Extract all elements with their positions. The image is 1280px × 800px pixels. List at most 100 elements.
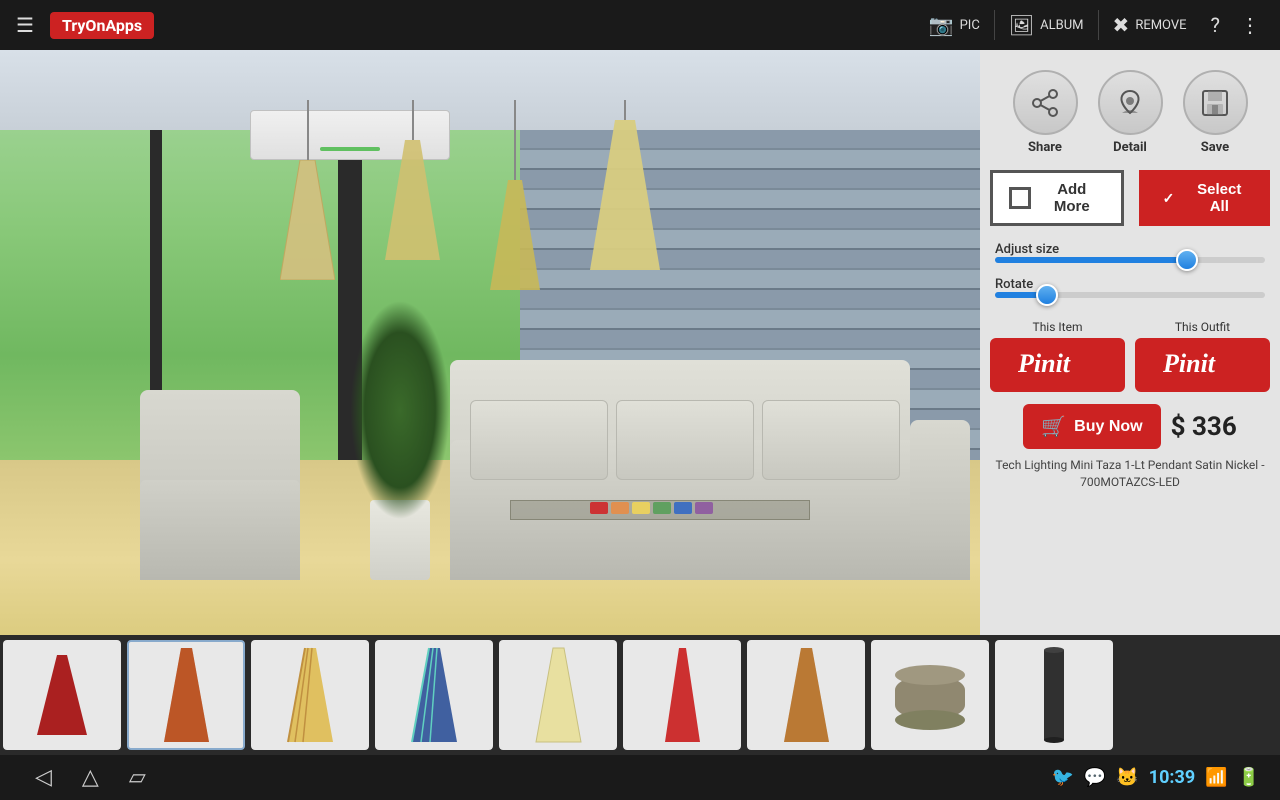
status-time: 10:39: [1149, 767, 1195, 788]
scene: [0, 50, 980, 660]
pendant-3: [490, 100, 540, 290]
svg-text:Pinit: Pinit: [1017, 349, 1071, 378]
cord-2: [412, 100, 414, 140]
cart-icon: 🛒: [1041, 414, 1066, 439]
svg-text:Pinit: Pinit: [1162, 349, 1216, 378]
album-button[interactable]: 🖼 ALBUM: [995, 7, 1098, 43]
thumbnail-6[interactable]: [623, 640, 741, 750]
select-all-button[interactable]: ✓ Select All: [1139, 170, 1270, 226]
color-swatches: [590, 502, 713, 514]
remove-icon: ✖: [1113, 13, 1130, 37]
coffee-table: [510, 500, 810, 580]
thumbnail-7[interactable]: [747, 640, 865, 750]
rotate-label: Rotate: [995, 277, 1033, 292]
top-bar: ☰ TryOnApps 📷 PIC 🖼 ALBUM ✖ REMOVE ? ⋮: [0, 0, 1280, 50]
select-all-label: Select All: [1188, 181, 1251, 215]
pinit-item-button[interactable]: Pinit: [990, 338, 1125, 392]
thumbnail-3[interactable]: [251, 640, 369, 750]
album-icon: 🖼: [1009, 13, 1034, 37]
add-more-label: Add More: [1039, 181, 1105, 215]
add-more-button[interactable]: Add More: [990, 170, 1124, 226]
menu-button[interactable]: ☰: [0, 0, 50, 50]
pinit-outfit-text: Pinit: [1158, 346, 1248, 384]
cord-4: [624, 100, 626, 120]
camera-icon: 📷: [929, 13, 954, 37]
thumbnail-8[interactable]: [871, 640, 989, 750]
adjust-size-section: Adjust size: [990, 238, 1270, 273]
shade-4: [590, 120, 660, 270]
shade-2: [385, 140, 440, 260]
size-slider-track[interactable]: [995, 257, 1265, 263]
size-slider-fill: [995, 257, 1184, 263]
back-button[interactable]: ◁: [20, 765, 67, 790]
detail-icon: [1114, 87, 1146, 119]
help-button[interactable]: ?: [1201, 7, 1230, 43]
rotate-section: Rotate: [990, 273, 1270, 308]
detail-button[interactable]: Detail: [1098, 70, 1163, 155]
cushion-2: [616, 400, 754, 480]
checkbox-row: Add More ✓ Select All: [990, 170, 1270, 226]
cord-3: [514, 100, 516, 180]
more-button[interactable]: ⋮: [1230, 7, 1270, 43]
bottom-nav: ◁ △ ▱ 🐦 💬 🐱 10:39 📶 🔋: [0, 755, 1280, 800]
recent-button[interactable]: ▱: [114, 765, 161, 790]
save-icon-circle: [1183, 70, 1248, 135]
remove-label: REMOVE: [1135, 18, 1186, 33]
cushion-3: [762, 400, 900, 480]
action-buttons-row: Share Detail Save: [1013, 70, 1248, 155]
sofa-arm: [910, 420, 970, 550]
shade-1: [280, 160, 335, 280]
chair: [120, 380, 320, 580]
detail-icon-circle: [1098, 70, 1163, 135]
thumbnail-strip: [0, 635, 1280, 755]
pendant-2: [385, 100, 440, 260]
pinit-this-item: This Item Pinit: [990, 320, 1125, 392]
pinit-outfit-button[interactable]: Pinit: [1135, 338, 1270, 392]
logo-text: TryOnApps: [62, 16, 142, 35]
shade-3: [490, 180, 540, 290]
pendant-4: [590, 100, 660, 270]
pinit-item-icon: Pinit: [1013, 346, 1103, 378]
select-all-checkbox: ✓: [1158, 187, 1180, 209]
save-icon: [1200, 88, 1230, 118]
pinit-this-outfit: This Outfit Pinit: [1135, 320, 1270, 392]
thumbnail-1[interactable]: [3, 640, 121, 750]
detail-label: Detail: [1113, 140, 1147, 155]
pic-label: PIC: [960, 18, 980, 33]
rotate-slider-thumb[interactable]: [1036, 284, 1058, 306]
pinit-row: This Item Pinit This Outfit Pinit: [990, 320, 1270, 392]
buy-now-button[interactable]: 🛒 Buy Now: [1023, 404, 1160, 449]
this-item-label: This Item: [1033, 320, 1083, 334]
share-button[interactable]: Share: [1013, 70, 1078, 155]
save-button[interactable]: Save: [1183, 70, 1248, 155]
thumbnail-2[interactable]: [127, 640, 245, 750]
price-display: $ 336: [1171, 412, 1237, 442]
pinit-item-text: Pinit: [1013, 346, 1103, 384]
thumbnail-5[interactable]: [499, 640, 617, 750]
adjust-size-label: Adjust size: [995, 242, 1059, 257]
rotate-slider-row: [995, 292, 1265, 298]
home-button[interactable]: △: [67, 765, 114, 790]
twitter-icon: 🐦: [1052, 767, 1074, 788]
logo-badge: TryOnApps: [50, 12, 154, 39]
battery-icon: 🔋: [1238, 767, 1260, 788]
album-label: ALBUM: [1040, 18, 1083, 33]
size-slider-thumb[interactable]: [1176, 249, 1198, 271]
rotate-slider-track[interactable]: [995, 292, 1265, 298]
add-more-checkbox: [1009, 187, 1031, 209]
product-name: Tech Lighting Mini Taza 1-Lt Pendant Sat…: [990, 457, 1270, 491]
buy-row: 🛒 Buy Now $ 336: [990, 404, 1270, 449]
pic-button[interactable]: 📷 PIC: [915, 7, 994, 43]
pendant-1: [280, 100, 335, 280]
share-icon-circle: [1013, 70, 1078, 135]
thumbnail-4[interactable]: [375, 640, 493, 750]
plant-leaves: [350, 300, 450, 520]
size-slider-row: [995, 257, 1265, 263]
buy-now-label: Buy Now: [1074, 418, 1142, 436]
remove-button[interactable]: ✖ REMOVE: [1099, 7, 1201, 43]
thumbnail-9[interactable]: [995, 640, 1113, 750]
share-icon: [1030, 88, 1060, 118]
top-bar-actions: 📷 PIC 🖼 ALBUM ✖ REMOVE ? ⋮: [915, 7, 1270, 43]
status-icons: 🐦 💬 🐱 10:39 📶 🔋: [1052, 767, 1261, 788]
sofa-cushions: [470, 400, 900, 480]
